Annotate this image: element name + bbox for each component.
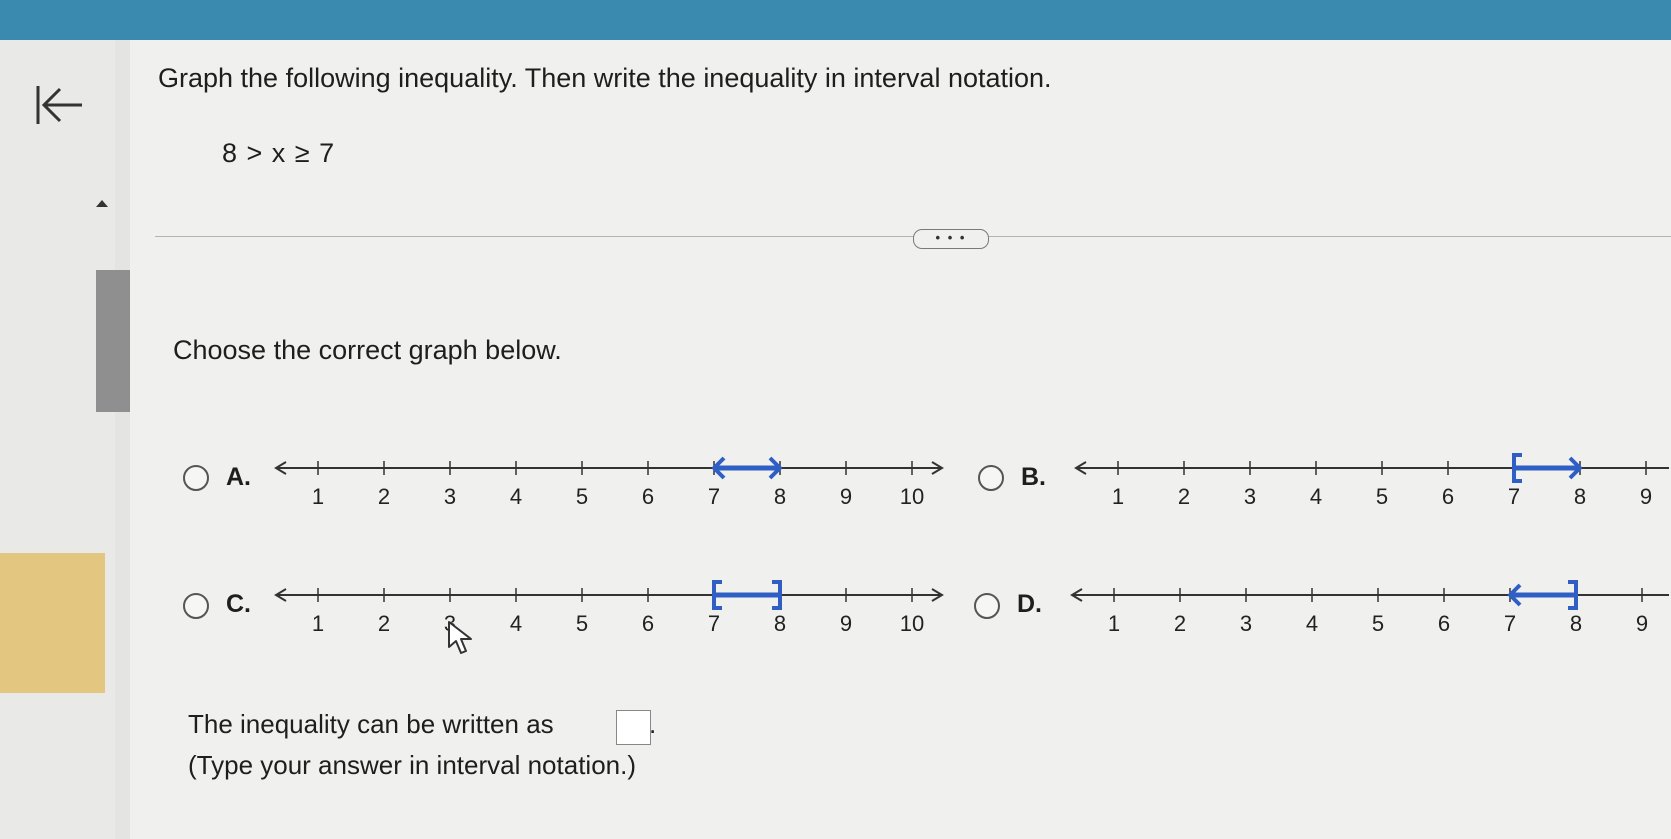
back-arrow-icon[interactable] (34, 82, 84, 128)
tick-label: 2 (378, 484, 390, 509)
question-title: Graph the following inequality. Then wri… (158, 63, 1052, 93)
tick-label: 8 (774, 484, 786, 509)
tick-label: 4 (510, 484, 522, 509)
tick-label: 9 (840, 484, 852, 509)
scrollbar-thumb[interactable] (96, 270, 130, 412)
tick-label: 5 (1372, 611, 1384, 636)
tick-label: 9 (1636, 611, 1648, 636)
tick-label: 6 (642, 484, 654, 509)
number-line-option-d: 1 2 3 4 5 6 7 8 9 (1070, 580, 1669, 636)
tick-label: 4 (1306, 611, 1318, 636)
mouse-pointer-icon (448, 621, 472, 654)
tick-label: 1 (312, 611, 324, 636)
tick-label: 4 (510, 611, 522, 636)
tick-label: 1 (1112, 484, 1124, 509)
tick-label: 9 (840, 611, 852, 636)
tick-label: 2 (378, 611, 390, 636)
tick-label: 5 (576, 611, 588, 636)
answer-period: . (649, 709, 657, 739)
tick-label: 6 (1438, 611, 1450, 636)
tick-label: 6 (1442, 484, 1454, 509)
tick-label: 7 (708, 611, 720, 636)
option-a-label[interactable]: A. (226, 463, 251, 492)
answer-hint: (Type your answer in interval notation.) (188, 750, 636, 780)
option-d-label[interactable]: D. (1017, 590, 1042, 619)
tick-label: 1 (312, 484, 324, 509)
tick-label: 4 (1310, 484, 1322, 509)
radio-option-d[interactable] (974, 593, 1000, 619)
scroll-up-arrow-icon[interactable] (96, 200, 108, 207)
tick-label: 3 (1244, 484, 1256, 509)
tick-label: 7 (1504, 611, 1516, 636)
active-question-highlight (0, 553, 105, 693)
tick-label: 1 (1108, 611, 1120, 636)
tick-label: 7 (1508, 484, 1520, 509)
number-line-option-b: 1 2 3 4 5 6 7 8 9 (1074, 453, 1669, 509)
tick-label: 2 (1174, 611, 1186, 636)
number-line-option-c: 12345678910 (274, 580, 944, 636)
radio-option-c[interactable] (183, 593, 209, 619)
tick-label: 3 (1240, 611, 1252, 636)
left-panel (0, 40, 115, 839)
tick-label: 5 (1376, 484, 1388, 509)
tick-label: 7 (708, 484, 720, 509)
inequality-expression: 8 > x ≥ 7 (222, 138, 336, 168)
tick-label: 6 (642, 611, 654, 636)
tick-label: 8 (1570, 611, 1582, 636)
tick-label: 8 (774, 611, 786, 636)
tick-label: 8 (1574, 484, 1586, 509)
option-c-label[interactable]: C. (226, 590, 251, 619)
top-bar (0, 0, 1671, 40)
option-b-label[interactable]: B. (1021, 463, 1046, 492)
more-button[interactable]: • • • (913, 229, 989, 249)
answer-input[interactable] (616, 710, 651, 745)
radio-option-a[interactable] (183, 465, 209, 491)
choose-prompt: Choose the correct graph below. (173, 335, 562, 365)
tick-label: 10 (900, 484, 924, 509)
radio-option-b[interactable] (978, 465, 1004, 491)
tick-label: 10 (900, 611, 924, 636)
tick-label: 5 (576, 484, 588, 509)
answer-prompt: The inequality can be written as (188, 709, 554, 739)
tick-label: 9 (1640, 484, 1652, 509)
tick-label: 2 (1178, 484, 1190, 509)
number-line-option-a: 1 2 3 4 5 6 7 8 9 10 (274, 456, 944, 509)
tick-label: 3 (444, 484, 456, 509)
